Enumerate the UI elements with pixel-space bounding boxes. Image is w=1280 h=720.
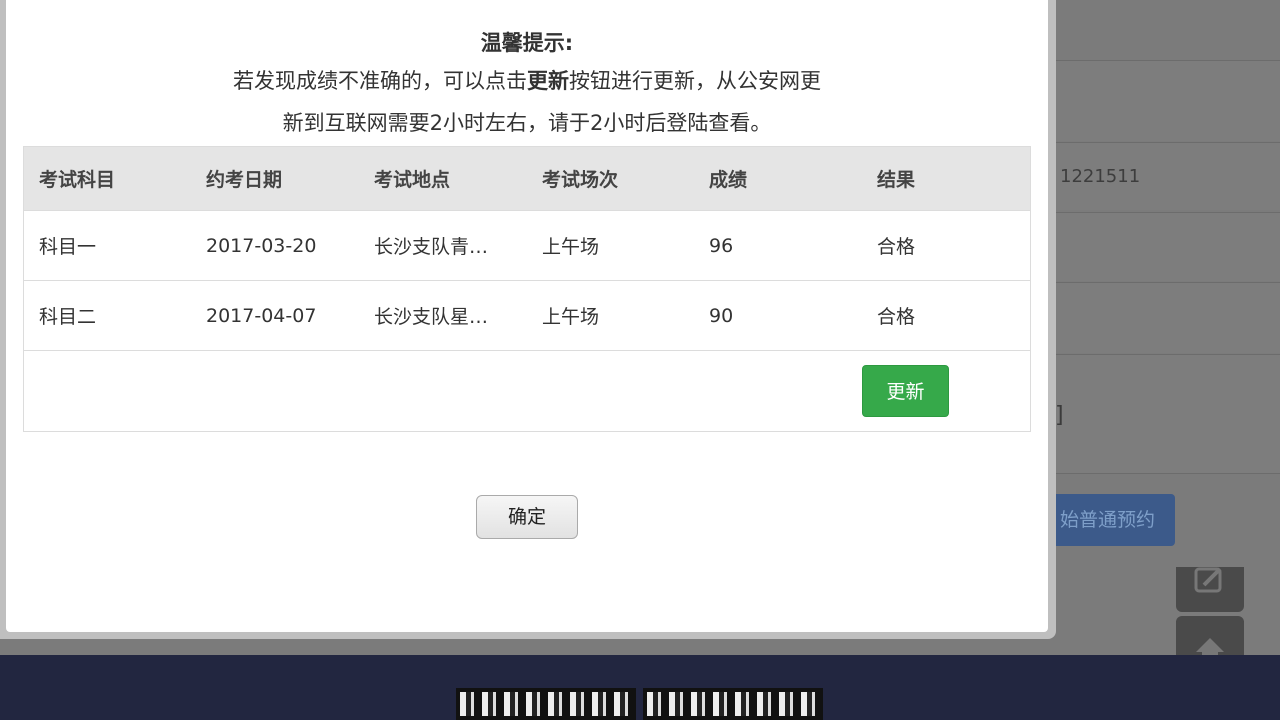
- score-dialog: 温馨提示: 若发现成绩不准确的，可以点击更新按钮进行更新，从公安网更 新到互联网…: [0, 0, 1056, 639]
- table-cell: 合格: [862, 280, 1031, 351]
- column-header: 考试地点: [359, 146, 527, 211]
- partial-id-text: 1221511: [1060, 166, 1141, 187]
- qr-code-image: [456, 688, 636, 720]
- tip-title: 温馨提示:: [480, 31, 574, 55]
- background-row-id: 1221511: [1055, 142, 1280, 210]
- table-cell-empty: [23, 350, 862, 432]
- edit-fab[interactable]: [1176, 567, 1244, 612]
- table-cell: 2017-03-20: [191, 210, 359, 281]
- bracket-text: ]: [1055, 403, 1064, 428]
- qr-code-image: [643, 688, 823, 720]
- table-cell: 90: [694, 280, 862, 351]
- background-row: [1055, 60, 1280, 141]
- background-row: [1055, 212, 1280, 281]
- background-row: ]: [1055, 354, 1280, 474]
- table-row: 科目二 2017-04-07 长沙支队星… 上午场 90 合格: [23, 280, 1031, 351]
- column-header: 结果: [862, 146, 1031, 211]
- column-header: 考试场次: [527, 146, 694, 211]
- table-cell: 上午场: [527, 210, 694, 281]
- tip-line-1-bold: 更新: [527, 69, 569, 93]
- tip-line-1-pre: 若发现成绩不准确的，可以点击: [233, 69, 527, 93]
- update-button[interactable]: 更新: [862, 365, 949, 417]
- table-cell: 96: [694, 210, 862, 281]
- edit-icon: [1194, 567, 1222, 593]
- table-cell: 2017-04-07: [191, 280, 359, 351]
- table-row: 科目一 2017-03-20 长沙支队青… 上午场 96 合格: [23, 210, 1031, 281]
- table-cell: 长沙支队星…: [359, 280, 527, 351]
- table-header-row: 考试科目 约考日期 考试地点 考试场次 成绩 结果: [23, 146, 1031, 211]
- table-cell: 长沙支队青…: [359, 210, 527, 281]
- footer: [0, 655, 1280, 720]
- tip-line-2: 新到互联网需要2小时左右，请于2小时后登陆查看。: [282, 111, 772, 135]
- table-cell: 科目一: [23, 210, 191, 281]
- tip-line-1: 若发现成绩不准确的，可以点击更新按钮进行更新，从公安网更: [0, 60, 1054, 102]
- tip-line-1-post: 按钮进行更新，从公安网更: [569, 69, 821, 93]
- column-header: 考试科目: [23, 146, 191, 211]
- table-cell: 上午场: [527, 280, 694, 351]
- table-action-row: 更新: [23, 350, 1031, 432]
- confirm-button[interactable]: 确定: [476, 495, 578, 539]
- reserve-button[interactable]: 始普通预约: [1040, 494, 1175, 546]
- background-row: [1055, 282, 1280, 353]
- column-header: 约考日期: [191, 146, 359, 211]
- table-cell: 合格: [862, 210, 1031, 281]
- table-cell: 科目二: [23, 280, 191, 351]
- column-header: 成绩: [694, 146, 862, 211]
- tip-block: 温馨提示: 若发现成绩不准确的，可以点击更新按钮进行更新，从公安网更 新到互联网…: [0, 26, 1054, 144]
- score-table: 考试科目 约考日期 考试地点 考试场次 成绩 结果 科目一 2017-03-20…: [23, 146, 1031, 432]
- table-cell: 更新: [862, 350, 1031, 432]
